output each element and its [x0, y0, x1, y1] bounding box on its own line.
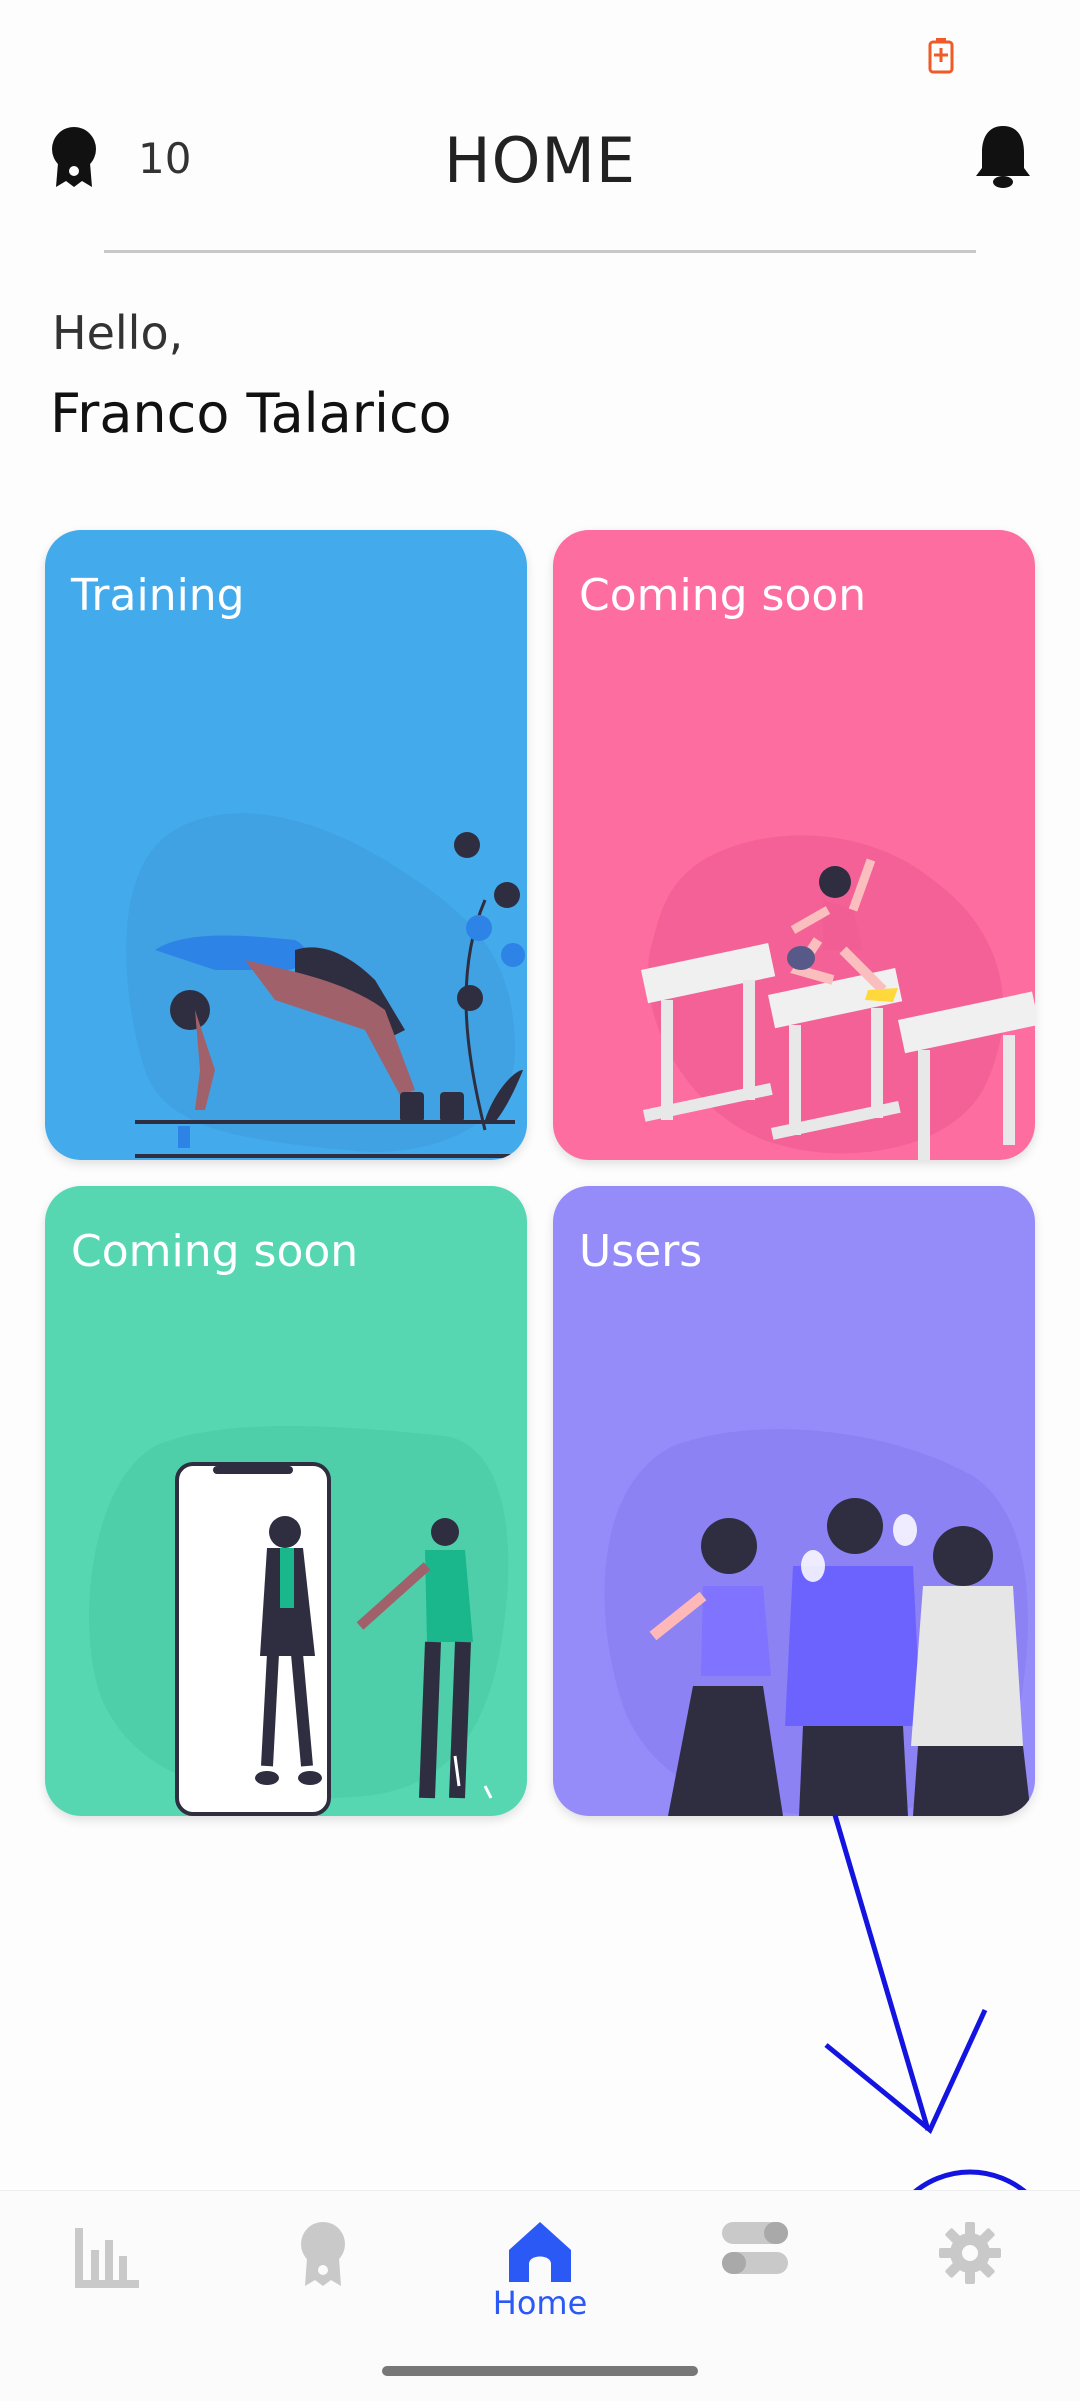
coming-soon-card-2[interactable]: Coming soon [45, 1186, 527, 1816]
training-card[interactable]: Training [45, 530, 527, 1160]
coming-soon-card-1[interactable]: Coming soon [553, 530, 1035, 1160]
gesture-bar [382, 2366, 698, 2376]
card-title: Training [71, 570, 245, 621]
home-icon [509, 2222, 571, 2282]
card-title: Coming soon [71, 1226, 359, 1277]
nav-label-home: Home [492, 2284, 588, 2322]
card-title: Users [579, 1226, 703, 1277]
card-title: Coming soon [579, 570, 867, 621]
header-divider [104, 250, 976, 253]
gear-icon [939, 2222, 1001, 2284]
stats-icon [75, 2228, 139, 2288]
user-name: Franco Talarico [50, 382, 452, 445]
medal-icon [301, 2222, 345, 2286]
nav-achievements[interactable] [258, 2220, 388, 2340]
page-title: HOME [443, 124, 637, 197]
nav-settings[interactable] [905, 2220, 1035, 2340]
battery-charging-icon [928, 38, 954, 74]
nav-settings-toggles[interactable] [690, 2220, 820, 2340]
phone-people-illustration [89, 1426, 509, 1816]
toggles-icon [722, 2222, 788, 2274]
hurdler-illustration [640, 835, 1035, 1160]
status-bar [0, 0, 1080, 100]
sprinter-illustration [126, 813, 525, 1158]
nav-home[interactable]: Home [475, 2220, 605, 2340]
users-card[interactable]: Users [553, 1186, 1035, 1816]
users-group-illustration [604, 1429, 1031, 1816]
greeting-text: Hello, [52, 306, 184, 360]
bell-icon[interactable] [974, 124, 1032, 188]
nav-stats[interactable] [42, 2220, 172, 2340]
